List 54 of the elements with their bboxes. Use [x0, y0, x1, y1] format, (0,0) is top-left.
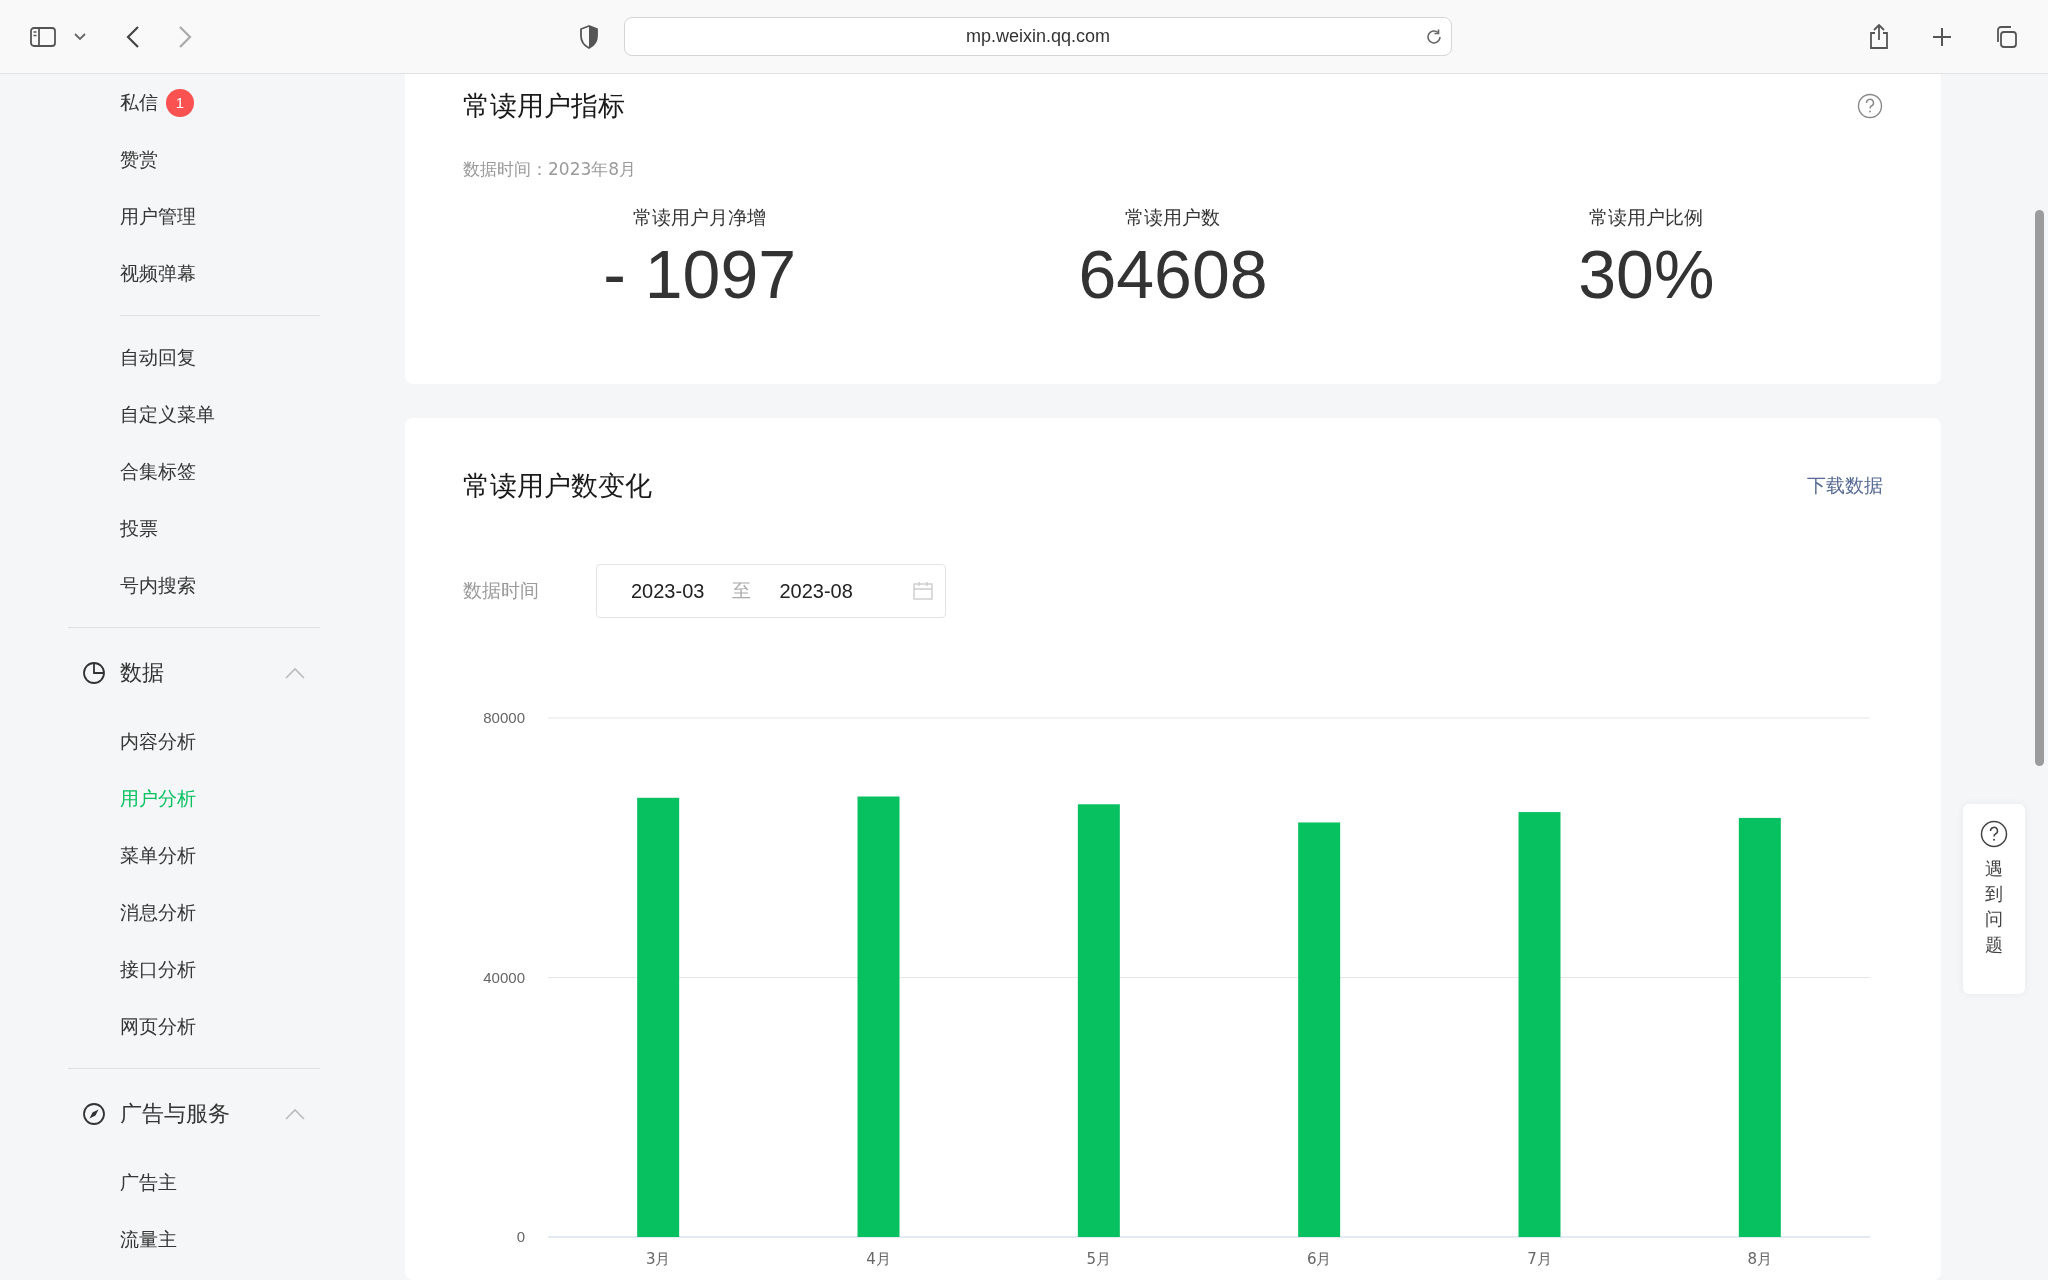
- pie-chart-icon: [82, 661, 106, 685]
- x-axis-label: 5月: [1086, 1250, 1112, 1268]
- help-icon[interactable]: [1980, 820, 2008, 848]
- y-axis-label: 40000: [483, 968, 525, 986]
- shield-icon[interactable]: [579, 24, 599, 49]
- sidebar-item[interactable]: 号内搜索: [120, 572, 196, 599]
- x-axis-label: 7月: [1527, 1250, 1552, 1268]
- compass-icon: [82, 1102, 106, 1126]
- sidebar-item[interactable]: 内容分析: [120, 728, 196, 755]
- metric-value: 64608: [1078, 235, 1268, 313]
- y-axis-label: 0: [516, 1228, 525, 1245]
- help-panel[interactable]: 遇到问题: [1963, 804, 2025, 994]
- x-axis-label: 8月: [1747, 1250, 1773, 1268]
- sidebar-item[interactable]: 用户管理: [120, 203, 196, 230]
- metric-label: 常读用户月净增: [633, 205, 767, 230]
- sidebar-item[interactable]: 视频弹幕: [120, 260, 196, 287]
- sidebar-item[interactable]: 私信: [120, 89, 158, 116]
- sidebar-toggle-icon[interactable]: [30, 26, 56, 47]
- sidebar-item[interactable]: 合集标签: [120, 458, 196, 485]
- card-title: 常读用户指标: [463, 89, 625, 123]
- reload-icon[interactable]: [1425, 28, 1443, 46]
- sidebar-section-title[interactable]: 数据: [120, 658, 164, 688]
- sidebar-item[interactable]: 赞赏: [120, 146, 158, 173]
- sidebar-item[interactable]: 网页分析: [120, 1013, 196, 1040]
- metric-value: 30%: [1578, 235, 1715, 313]
- date-label: 数据时间: [463, 578, 540, 603]
- sidebar-section-title[interactable]: 广告与服务: [120, 1099, 230, 1129]
- metric-label: 常读用户比例: [1589, 205, 1704, 230]
- share-icon[interactable]: [1868, 23, 1890, 50]
- sidebar-item[interactable]: 投票: [120, 515, 158, 542]
- x-axis-label: 6月: [1306, 1250, 1332, 1268]
- sidebar-item[interactable]: 流量主: [120, 1226, 177, 1253]
- metric-value: - 1097: [603, 235, 797, 313]
- chevron-down-icon[interactable]: [74, 32, 86, 41]
- back-icon[interactable]: [126, 25, 140, 48]
- sidebar-item[interactable]: 广告主: [120, 1169, 177, 1196]
- x-axis-label: 3月: [645, 1250, 671, 1268]
- metric-label: 常读用户数: [1125, 205, 1221, 230]
- sidebar-item[interactable]: 消息分析: [120, 899, 196, 926]
- sidebar-item[interactable]: 菜单分析: [120, 842, 196, 869]
- download-link[interactable]: 下载数据: [1807, 473, 1883, 499]
- unread-badge: 1: [166, 88, 194, 117]
- tabs-icon[interactable]: [1994, 24, 2018, 49]
- sidebar-item[interactable]: 接口分析: [120, 956, 196, 983]
- sidebar-item[interactable]: 自动回复: [120, 344, 196, 371]
- data-date: 数据时间：2023年8月: [463, 158, 638, 181]
- address-field[interactable]: mp.weixin.qq.com: [624, 17, 1452, 56]
- sidebar-item[interactable]: 自定义菜单: [120, 401, 215, 428]
- y-axis-label: 80000: [483, 709, 525, 726]
- date-range-field[interactable]: 2023-03 至 2023-08: [596, 564, 946, 618]
- plus-icon[interactable]: [1932, 26, 1952, 47]
- card-title: 常读用户数变化: [463, 469, 652, 503]
- x-axis-label: 4月: [866, 1250, 891, 1268]
- scrollbar-thumb[interactable]: [2035, 210, 2044, 766]
